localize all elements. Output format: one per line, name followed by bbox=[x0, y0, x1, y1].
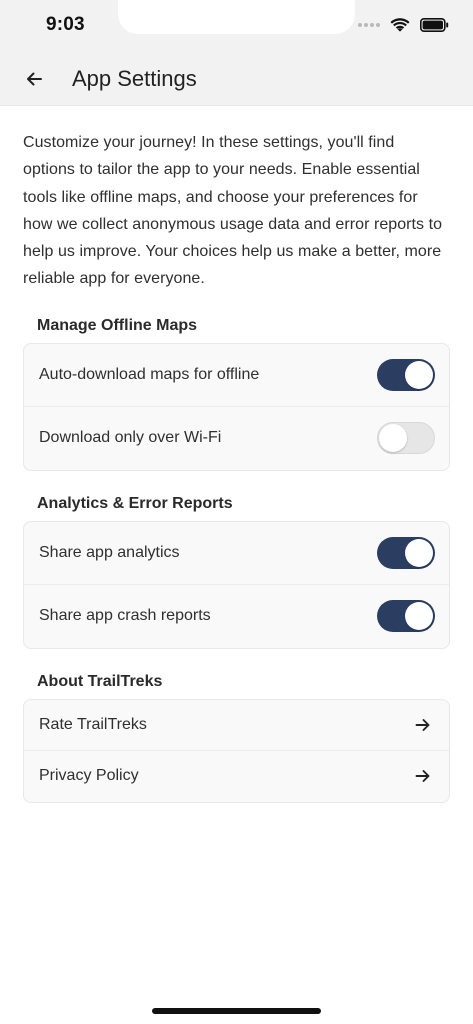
setting-row-share-analytics: Share app analytics bbox=[24, 522, 449, 585]
status-icons bbox=[358, 15, 449, 35]
setting-label: Share app analytics bbox=[39, 543, 180, 561]
arrow-right-icon bbox=[411, 764, 435, 788]
setting-row-crash-reports: Share app crash reports bbox=[24, 585, 449, 648]
device-notch bbox=[118, 0, 355, 34]
setting-label: Download only over Wi-Fi bbox=[39, 429, 222, 447]
cellular-signal-icon bbox=[358, 23, 380, 27]
share-analytics-toggle[interactable] bbox=[377, 536, 435, 569]
settings-content: Customize your journey! In these setting… bbox=[0, 105, 473, 803]
auto-download-toggle[interactable] bbox=[377, 358, 435, 391]
section-title-analytics: Analytics & Error Reports bbox=[37, 494, 233, 512]
section-title-offline-maps: Manage Offline Maps bbox=[37, 316, 198, 334]
section-title-about: About TrailTreks bbox=[37, 672, 163, 690]
nav-label: Rate TrailTreks bbox=[39, 715, 147, 733]
top-bar: 9:03 App Settings bbox=[0, 0, 473, 106]
battery-icon bbox=[420, 18, 449, 32]
intro-text: Customize your journey! In these setting… bbox=[23, 134, 443, 288]
status-time: 9:03 bbox=[46, 14, 85, 35]
about-card: Rate TrailTreks Privacy Policy bbox=[23, 698, 450, 803]
privacy-policy-row[interactable]: Privacy Policy bbox=[24, 751, 449, 802]
wifi-only-toggle[interactable] bbox=[377, 422, 435, 455]
rate-trailtreks-row[interactable]: Rate TrailTreks bbox=[24, 700, 449, 751]
setting-row-auto-download: Auto-download maps for offline bbox=[24, 344, 449, 407]
page-title: App Settings bbox=[72, 65, 197, 91]
setting-row-wifi-only: Download only over Wi-Fi bbox=[24, 407, 449, 470]
toggle-knob bbox=[405, 602, 433, 631]
offline-maps-card: Auto-download maps for offline Download … bbox=[23, 342, 450, 471]
crash-reports-toggle[interactable] bbox=[377, 600, 435, 633]
arrow-left-icon bbox=[27, 72, 42, 85]
nav-label: Privacy Policy bbox=[39, 767, 139, 785]
setting-label: Share app crash reports bbox=[39, 607, 211, 625]
home-indicator[interactable] bbox=[152, 1008, 321, 1014]
toggle-knob bbox=[405, 360, 433, 389]
app-bar: App Settings bbox=[0, 52, 473, 105]
arrow-right-icon bbox=[411, 713, 435, 737]
wifi-icon bbox=[390, 17, 410, 33]
setting-label: Auto-download maps for offline bbox=[39, 365, 260, 383]
analytics-card: Share app analytics Share app crash repo… bbox=[23, 520, 450, 649]
back-button[interactable] bbox=[12, 57, 56, 101]
toggle-knob bbox=[405, 538, 433, 567]
toggle-knob bbox=[379, 424, 407, 453]
